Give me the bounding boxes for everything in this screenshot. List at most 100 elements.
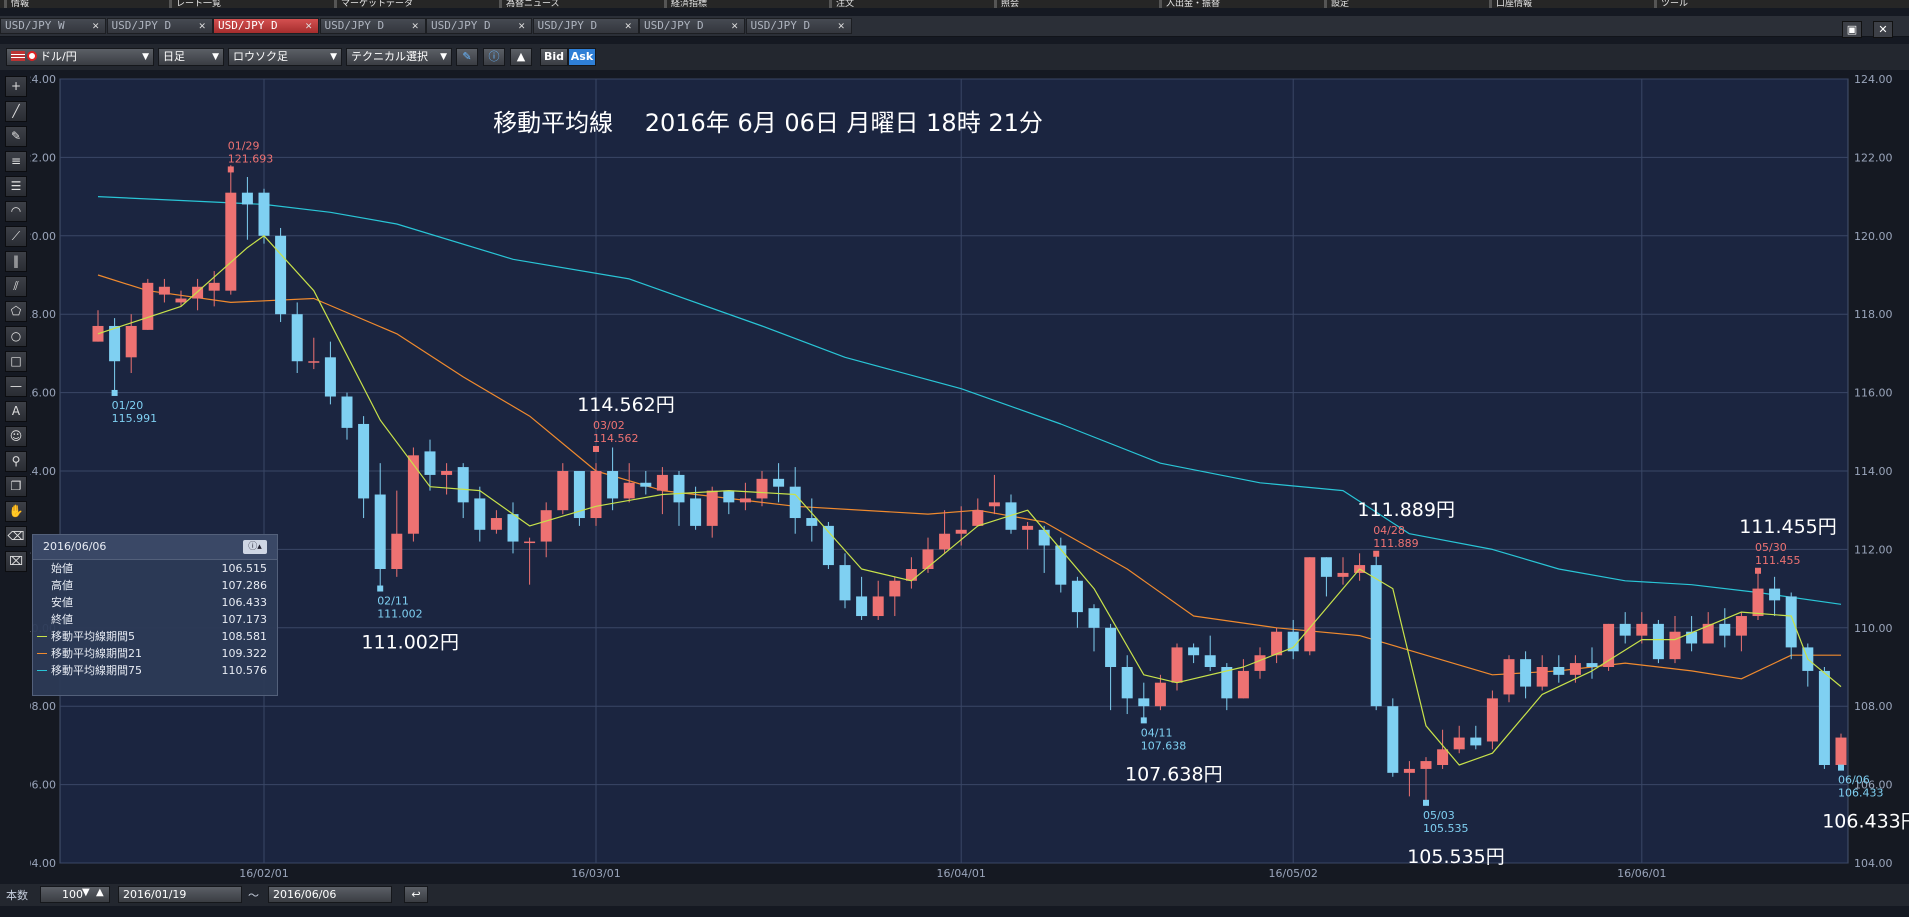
multi-lines-icon[interactable]: ☰ bbox=[5, 176, 27, 197]
candle-body bbox=[557, 471, 569, 511]
extreme-marker bbox=[227, 166, 234, 173]
chart-tab[interactable]: USD/JPY W ✕ bbox=[0, 18, 106, 34]
chart-tab[interactable]: USD/JPY D ✕ bbox=[319, 18, 426, 34]
candle-body bbox=[358, 423, 370, 499]
menu-item[interactable]: 照会 bbox=[994, 0, 1023, 8]
candle-body bbox=[1486, 698, 1498, 742]
ohlc-label: 移動平均線期間21 bbox=[51, 647, 142, 660]
technical-select[interactable]: テクニカル選択 ▼ bbox=[346, 48, 452, 66]
count-down-icon[interactable]: ▼ bbox=[82, 887, 90, 898]
hand-icon[interactable]: ✋ bbox=[5, 501, 27, 522]
tab-close-icon[interactable]: ✕ bbox=[731, 19, 738, 33]
candle-body bbox=[1669, 631, 1681, 660]
tab-close-icon[interactable]: ✕ bbox=[625, 19, 632, 33]
candle-body bbox=[507, 514, 519, 542]
candle-body bbox=[424, 451, 436, 475]
text-icon[interactable]: A bbox=[5, 401, 27, 422]
return-icon[interactable]: ↩ bbox=[404, 886, 428, 903]
candle-body bbox=[955, 529, 967, 534]
candle-body bbox=[540, 510, 552, 542]
menu-item[interactable]: 口座情報 bbox=[1489, 0, 1536, 8]
tab-close-icon[interactable]: ✕ bbox=[305, 19, 312, 33]
trend-line-icon[interactable]: ╱ bbox=[5, 101, 27, 122]
menu-item[interactable]: 為替ニュース bbox=[499, 0, 564, 8]
chart-tab[interactable]: USD/JPY D ✕ bbox=[532, 18, 639, 34]
menu-item[interactable]: 設定 bbox=[1324, 0, 1353, 8]
info-toggle-icon[interactable]: ⓘ▴ bbox=[243, 540, 267, 554]
menu-item[interactable]: 経済指標 bbox=[664, 0, 711, 8]
pentagon-icon[interactable]: ⬠ bbox=[5, 301, 27, 322]
area-chart-icon[interactable]: ▲ bbox=[510, 48, 532, 66]
candle-body bbox=[1088, 608, 1100, 628]
chart-tab[interactable]: USD/JPY D ✕ bbox=[639, 18, 745, 34]
arc-icon[interactable]: ◠ bbox=[5, 201, 27, 222]
vertical-lines-icon[interactable]: ‖ bbox=[5, 251, 27, 272]
clear-all-icon[interactable]: ⌧ bbox=[5, 551, 27, 572]
extreme-date-label: 05/30 bbox=[1755, 541, 1787, 554]
chart-tab[interactable]: USD/JPY D ✕ bbox=[106, 18, 213, 34]
price-chart[interactable]: 124.00 124.00 122.00 122.00 120.00 120.00 118.… bbox=[30, 73, 1909, 883]
currency-pair-select[interactable]: ドル/円 ▼ bbox=[6, 48, 154, 66]
extreme-marker bbox=[1140, 717, 1147, 724]
fan-icon[interactable]: ⟋ bbox=[5, 226, 27, 247]
chevron-down-icon: ▼ bbox=[212, 52, 219, 62]
close-window-icon[interactable]: ✕ bbox=[1873, 21, 1893, 38]
tab-close-icon[interactable]: ✕ bbox=[199, 19, 206, 33]
menu-item[interactable]: 情報 bbox=[4, 0, 33, 8]
candle-body bbox=[1038, 529, 1050, 546]
candle-body bbox=[1503, 659, 1515, 695]
horizontal-lines-icon[interactable]: ≡ bbox=[5, 151, 27, 172]
candle-body bbox=[1752, 588, 1764, 617]
from-date-input[interactable]: 2016/01/19 bbox=[118, 886, 242, 903]
chart-type-select[interactable]: ロウソク足 ▼ bbox=[228, 48, 342, 66]
y-tick-label: 124.00 bbox=[30, 73, 56, 86]
extreme-price-label: 121.693 bbox=[228, 152, 273, 165]
count-up-icon[interactable]: ▲ bbox=[96, 887, 104, 898]
candle-body bbox=[1138, 698, 1150, 707]
tab-label: USD/JPY W bbox=[5, 19, 65, 32]
ask-button[interactable]: Ask bbox=[568, 48, 596, 66]
period-select[interactable]: 日足 ▼ bbox=[158, 48, 224, 66]
tab-label: USD/JPY D bbox=[431, 19, 491, 32]
candle-body bbox=[308, 361, 320, 363]
chart-tab[interactable]: USD/JPY D ✕ bbox=[745, 18, 852, 34]
candle-body bbox=[1619, 623, 1631, 636]
tab-close-icon[interactable]: ✕ bbox=[838, 19, 845, 33]
series-swatch bbox=[37, 670, 47, 671]
ohlc-rows: 始値 106.515 高値 107.286 安値 106.433 終値 107.173 移動平均… bbox=[33, 560, 277, 679]
from-date-value: 2016/01/19 bbox=[123, 888, 187, 901]
y-tick-label-right: 112.00 bbox=[1854, 543, 1893, 556]
settings-wrench-icon[interactable]: ✎ bbox=[456, 48, 478, 66]
pencil-icon[interactable]: ✎ bbox=[5, 126, 27, 147]
tab-close-icon[interactable]: ✕ bbox=[412, 19, 419, 33]
rectangle-icon[interactable]: □ bbox=[5, 351, 27, 372]
lock-icon[interactable]: ⚲ bbox=[5, 451, 27, 472]
info-icon[interactable]: ⓘ bbox=[483, 48, 505, 66]
emoji-icon[interactable]: ☺ bbox=[5, 426, 27, 447]
circle-icon[interactable]: ○ bbox=[5, 326, 27, 347]
ohlc-row: 安値 106.433 bbox=[33, 594, 277, 611]
bottom-bar: 本数 100 ▼ ▲ 2016/01/19 〜 2016/06/06 ↩ bbox=[0, 884, 1909, 906]
tab-close-icon[interactable]: ✕ bbox=[518, 19, 525, 33]
menu-item[interactable]: ツール bbox=[1654, 0, 1692, 8]
chart-tab[interactable]: USD/JPY D ✕ bbox=[213, 18, 319, 34]
eraser-icon[interactable]: ⌫ bbox=[5, 526, 27, 547]
tab-close-icon[interactable]: ✕ bbox=[92, 19, 99, 33]
maximize-icon[interactable]: ▣ bbox=[1841, 21, 1862, 38]
candle-body bbox=[1470, 737, 1482, 746]
to-date-input[interactable]: 2016/06/06 bbox=[268, 886, 392, 903]
menu-item[interactable]: 注文 bbox=[829, 0, 858, 8]
menu-item[interactable]: 入出金・振替 bbox=[1159, 0, 1224, 8]
candle-body bbox=[441, 471, 453, 475]
channel-icon[interactable]: ⫽ bbox=[5, 276, 27, 297]
menu-item[interactable]: マーケットデータ bbox=[334, 0, 417, 8]
menu-item[interactable]: レート一覧 bbox=[169, 0, 225, 8]
copy-icon[interactable]: ❐ bbox=[5, 476, 27, 497]
extreme-price-label: 106.433 bbox=[1838, 787, 1884, 800]
bid-button[interactable]: Bid bbox=[540, 48, 568, 66]
crosshair-icon[interactable]: + bbox=[5, 76, 27, 97]
extreme-date-label: 04/11 bbox=[1141, 726, 1173, 739]
horizontal-line-icon[interactable]: — bbox=[5, 376, 27, 397]
ohlc-label: 移動平均線期間75 bbox=[51, 664, 142, 677]
chart-tab[interactable]: USD/JPY D ✕ bbox=[426, 18, 532, 34]
